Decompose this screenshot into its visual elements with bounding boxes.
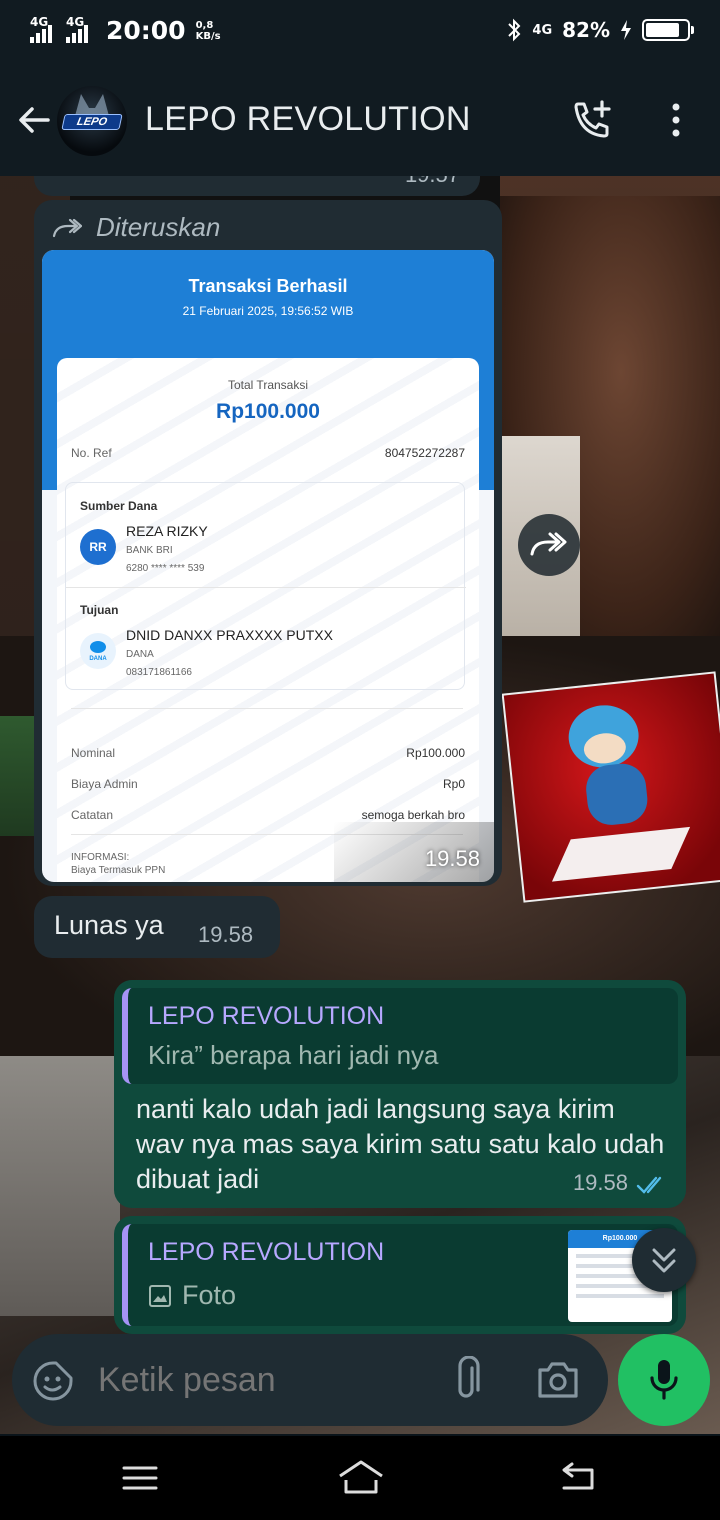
signal-sim2-icon: 4G: [66, 15, 96, 45]
forwarded-label-text: Diteruskan: [96, 212, 221, 242]
message-bubble-outgoing[interactable]: LEPO REVOLUTION Foto Rp100.000: [114, 1216, 686, 1334]
double-chevron-down-icon: [652, 1248, 676, 1273]
divider: [66, 587, 466, 588]
receipt-ref-label: No. Ref: [71, 446, 112, 460]
quoted-sender-name: LEPO REVOLUTION: [148, 1238, 385, 1266]
battery-percent: 82%: [562, 18, 610, 42]
receipt-info-label: INFORMASI:: [71, 852, 130, 863]
receipt-dest-name: DNID DANXX PRAXXXX PUTXX: [126, 627, 333, 643]
network-type-label: 4G: [532, 22, 553, 38]
dana-icon-text: DANA: [89, 656, 107, 662]
forward-button[interactable]: [518, 514, 580, 576]
network-speed-unit: KB/s: [195, 30, 221, 42]
voice-record-button[interactable]: [618, 1334, 710, 1426]
bluetooth-icon: [508, 18, 521, 42]
message-composer: [12, 1334, 608, 1426]
recent-apps-icon[interactable]: [120, 1462, 160, 1494]
chat-title[interactable]: LEPO REVOLUTION: [145, 100, 471, 139]
quoted-message[interactable]: LEPO REVOLUTION Foto Rp100.000: [122, 1224, 678, 1326]
message-time: 19.58: [572, 1170, 628, 1195]
receipt-image[interactable]: Transaksi Berhasil 21 Februari 2025, 19:…: [42, 250, 494, 882]
message-bubble-incoming[interactable]: Lunas ya 19.58: [34, 896, 280, 958]
chat-area[interactable]: 19.57 Diteruskan Transaksi Berhasil 21 F…: [0, 176, 720, 1434]
divider: [71, 708, 463, 709]
receipt-source-bank: BANK BRI: [126, 545, 173, 556]
message-input[interactable]: [98, 1354, 428, 1406]
receipt-date: 21 Februari 2025, 19:56:52 WIB: [182, 304, 354, 318]
receipt-row-value: semoga berkah bro: [361, 808, 465, 822]
quoted-photo-text: Foto: [182, 1280, 237, 1310]
image-icon: [149, 1284, 171, 1307]
status-bar: 4G 4G 20:00 0,8 KB/s 4G 82%: [0, 0, 720, 64]
receipt-source-label: Sumber Dana: [80, 499, 158, 513]
group-avatar[interactable]: LEPO: [57, 86, 127, 156]
message-time: 19.58: [424, 846, 480, 871]
message-text: Lunas ya: [54, 910, 164, 940]
receipt-info-text: Biaya Termasuk PPN: [71, 865, 166, 876]
message-time: 19.57: [405, 176, 460, 188]
forward-icon: [530, 532, 567, 556]
receipt-row-value: Rp100.000: [406, 746, 465, 760]
signal-sim1-icon: 4G: [30, 15, 60, 45]
quoted-text: Kira” berapa hari jadi nya: [148, 1040, 439, 1070]
charging-icon: [621, 20, 631, 40]
camera-icon[interactable]: [536, 1360, 580, 1400]
battery-icon: [642, 19, 694, 41]
scroll-to-bottom-button[interactable]: [632, 1228, 696, 1292]
receipt-title: Transaksi Berhasil: [188, 276, 348, 296]
back-arrow-icon[interactable]: [14, 100, 54, 140]
status-time: 20:00: [106, 16, 186, 45]
add-call-icon[interactable]: [570, 98, 614, 142]
read-receipt-icon: [636, 1176, 662, 1194]
receipt-row-value: Rp0: [442, 777, 465, 791]
receipt-source-name: REZA RIZKY: [126, 523, 208, 539]
dana-icon: DANA: [80, 633, 116, 669]
network-speed: 0,8 KB/s: [196, 20, 221, 42]
receipt-card: Total Transaksi Rp100.000 No. Ref 804752…: [57, 358, 479, 882]
receipt-total-amount: Rp100.000: [216, 400, 320, 423]
wolf-logo-icon: [75, 94, 109, 116]
message-bubble-previous[interactable]: 19.57: [34, 176, 480, 196]
network-speed-value: 0,8: [195, 19, 214, 31]
sticker-emoji-icon[interactable]: [32, 1360, 74, 1402]
wallpaper-sticker-image: [501, 671, 720, 903]
receipt-dest-account: 083171861166: [126, 667, 192, 678]
quoted-sender-name: LEPO REVOLUTION: [148, 1002, 385, 1030]
wallpaper-photo: [0, 1056, 120, 1316]
receipt-total-label: Total Transaksi: [227, 378, 309, 392]
receipt-source-avatar: RR: [80, 529, 116, 565]
system-navigation-bar: [0, 1436, 720, 1520]
receipt-row-label: Biaya Admin: [71, 777, 138, 791]
receipt-ref-value: 804752272287: [384, 446, 465, 460]
attach-icon[interactable]: [448, 1356, 484, 1404]
receipt-source-account: 6280 **** **** 539: [126, 563, 205, 574]
message-time: 19.58: [198, 922, 254, 947]
nav-back-icon[interactable]: [558, 1460, 598, 1494]
chat-header: LEPO LEPO REVOLUTION: [0, 64, 720, 176]
receipt-row-label: Nominal: [71, 746, 116, 760]
forwarded-label: Diteruskan: [52, 212, 220, 243]
microphone-icon: [650, 1360, 678, 1400]
receipt-row-label: Catatan: [71, 808, 114, 822]
receipt-dest-bank: DANA: [126, 649, 154, 660]
quoted-message[interactable]: LEPO REVOLUTION Kira” berapa hari jadi n…: [122, 988, 678, 1084]
forwarded-icon: [52, 218, 82, 237]
home-icon[interactable]: [336, 1458, 386, 1498]
forwarded-image-message[interactable]: Diteruskan Transaksi Berhasil 21 Februar…: [34, 200, 502, 886]
receipt-parties-box: Sumber Dana RR REZA RIZKY BANK BRI 6280 …: [65, 482, 466, 690]
quoted-photo-label: Foto: [148, 1280, 236, 1311]
message-bubble-outgoing[interactable]: LEPO REVOLUTION Kira” berapa hari jadi n…: [114, 980, 686, 1208]
receipt-dest-label: Tujuan: [80, 603, 119, 617]
more-options-icon[interactable]: [664, 100, 688, 140]
avatar-logo-text: LEPO: [61, 114, 123, 130]
